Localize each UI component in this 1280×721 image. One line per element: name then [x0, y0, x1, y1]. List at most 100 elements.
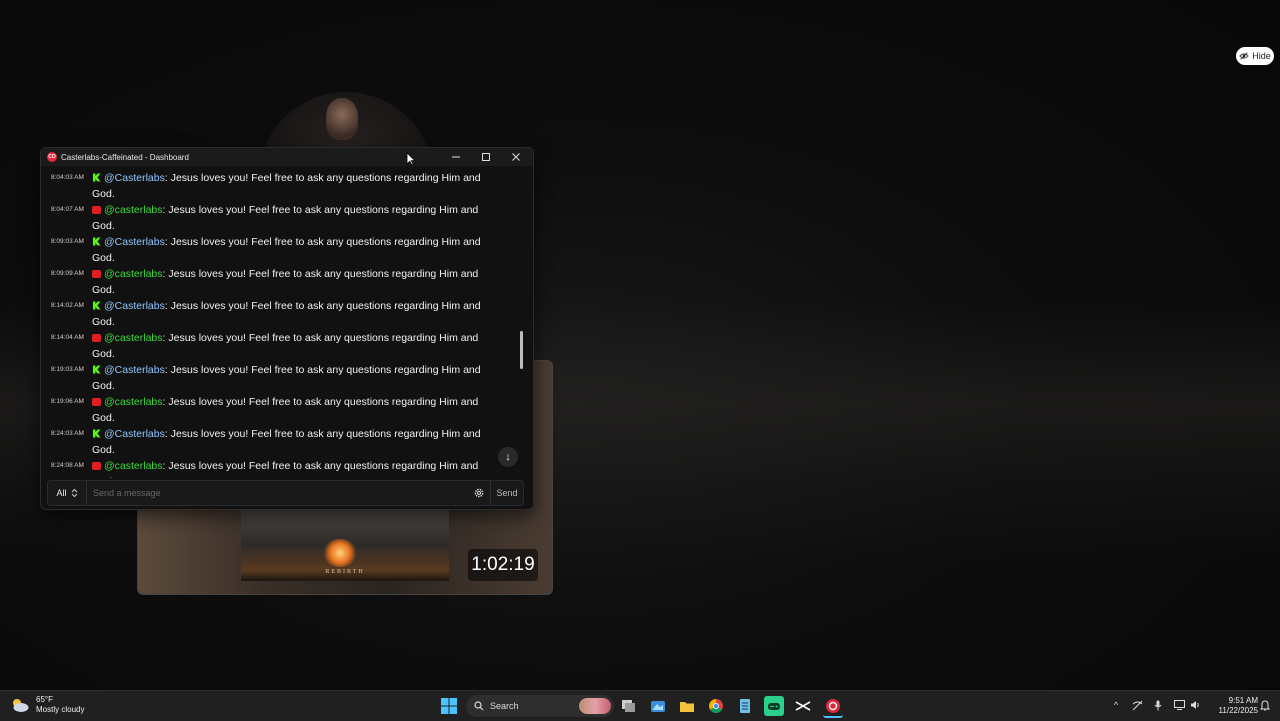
weather-desc: Mostly cloudy [36, 705, 85, 714]
taskbar-game-app[interactable] [764, 696, 784, 716]
minimize-icon [452, 156, 460, 158]
taskbar-file-explorer[interactable] [677, 696, 697, 716]
controller-icon [768, 703, 780, 710]
chat-input-bar: All Send [47, 480, 524, 506]
message-username[interactable]: @Casterlabs [104, 428, 165, 440]
chat-message: 8:14:04 AM @casterlabs: Jesus loves you! … [41, 330, 521, 362]
capcut-icon [795, 701, 811, 711]
mouse-cursor-icon [406, 152, 416, 166]
taskbar-chrome[interactable] [706, 696, 726, 716]
taskbar: 65°F Mostly cloudy Search ^ 9:51 AM 11/2… [0, 690, 1280, 721]
hide-label: Hide [1252, 51, 1271, 61]
youtube-platform-icon [92, 398, 101, 406]
message-timestamp: 8:14:04 AM [51, 334, 84, 341]
message-username[interactable]: @casterlabs [104, 268, 163, 280]
gear-icon [474, 488, 484, 498]
chevron-up-icon[interactable]: ^ [1110, 699, 1122, 711]
taskbar-app-store[interactable] [648, 696, 668, 716]
message-username[interactable]: @casterlabs [104, 460, 163, 472]
maximize-button[interactable] [471, 148, 501, 166]
task-view-icon [622, 700, 635, 712]
title-bar[interactable]: CO Casterlabs-Caffeinated - Dashboard [41, 148, 533, 166]
microphone-icon[interactable] [1152, 699, 1164, 711]
system-clock[interactable]: 9:51 AM 11/22/2025 [1208, 696, 1258, 716]
chat-message-list[interactable]: 8:04:03 AM @Casterlabs: Jesus loves you! … [41, 170, 521, 478]
scroll-to-bottom-button[interactable]: ↓ [498, 447, 518, 467]
message-timestamp: 8:04:03 AM [51, 174, 84, 181]
preview-fire-glow [323, 539, 357, 567]
kick-platform-icon [92, 427, 101, 438]
youtube-platform-icon [92, 462, 101, 470]
message-username[interactable]: @casterlabs [104, 204, 163, 216]
maximize-icon [482, 153, 490, 161]
app-logo-icon: CO [47, 152, 57, 162]
kick-platform-icon [92, 363, 101, 374]
close-icon [512, 153, 520, 161]
store-icon [651, 701, 665, 712]
weather-temp: 65°F [36, 695, 53, 704]
notification-bell-icon[interactable] [1259, 699, 1271, 711]
message-timestamp: 8:19:03 AM [51, 366, 84, 373]
message-username[interactable]: @casterlabs [104, 396, 163, 408]
notepad-icon [740, 699, 750, 713]
clock-time: 9:51 AM [1228, 696, 1258, 705]
chat-message: 8:04:03 AM @Casterlabs: Jesus loves you! … [41, 170, 521, 202]
chat-message: 8:09:03 AM @Casterlabs: Jesus loves you! … [41, 234, 521, 266]
chat-message: 8:09:09 AM @casterlabs: Jesus loves you! … [41, 266, 521, 298]
display-icon[interactable] [1173, 699, 1185, 711]
chat-scrollbar[interactable] [520, 331, 523, 369]
send-button[interactable]: Send [490, 481, 523, 505]
chrome-icon [709, 699, 723, 713]
message-timestamp: 8:14:02 AM [51, 302, 84, 309]
filter-value: All [56, 488, 67, 498]
folder-icon [680, 702, 694, 712]
message-timestamp: 8:24:08 AM [51, 462, 84, 469]
kick-platform-icon [92, 299, 101, 310]
weather-text: 65°F Mostly cloudy [36, 695, 84, 715]
chat-message: 8:04:07 AM @casterlabs: Jesus loves you! … [41, 202, 521, 234]
message-timestamp: 8:04:07 AM [51, 206, 84, 213]
message-username[interactable]: @Casterlabs [104, 172, 165, 184]
taskbar-capcut[interactable] [793, 696, 813, 716]
chat-message: 8:19:03 AM @Casterlabs: Jesus loves you! … [41, 362, 521, 394]
taskbar-casterlabs[interactable] [823, 696, 843, 718]
youtube-platform-icon [92, 270, 101, 278]
chat-message: 8:24:08 AM @casterlabs: Jesus loves you! … [41, 458, 521, 478]
message-username[interactable]: @casterlabs [104, 332, 163, 344]
dashboard-window: CO Casterlabs-Caffeinated - Dashboard 8:… [40, 147, 534, 510]
preview-title: REBIRTH [325, 569, 365, 575]
message-timestamp: 8:09:09 AM [51, 270, 84, 277]
windows-start-icon[interactable] [440, 697, 458, 715]
chat-message: 8:24:03 AM @Casterlabs: Jesus loves you! … [41, 426, 521, 458]
message-input[interactable] [87, 481, 468, 505]
hide-button[interactable]: Hide [1236, 47, 1274, 65]
minimize-button[interactable] [441, 148, 471, 166]
message-timestamp: 8:19:06 AM [51, 398, 84, 405]
cloudy-weather-icon [13, 699, 29, 712]
search-highlight-image [579, 698, 611, 714]
arrow-down-icon: ↓ [505, 451, 511, 463]
taskbar-search[interactable]: Search [466, 695, 614, 717]
clock-date: 11/22/2025 [1218, 706, 1258, 715]
network-off-icon[interactable] [1131, 699, 1143, 711]
chat-message: 8:19:06 AM @casterlabs: Jesus loves you! … [41, 394, 521, 426]
kick-platform-icon [92, 171, 101, 182]
chat-message: 8:14:02 AM @Casterlabs: Jesus loves you! … [41, 298, 521, 330]
platform-filter-select[interactable]: All [48, 481, 87, 505]
volume-icon[interactable] [1189, 699, 1201, 711]
stream-timer: 1:02:19 [468, 549, 538, 581]
weather-widget[interactable]: 65°F Mostly cloudy [10, 695, 84, 715]
chat-settings-button[interactable] [468, 481, 490, 505]
window-title: Casterlabs-Caffeinated - Dashboard [61, 152, 189, 162]
search-icon [474, 701, 484, 711]
message-username[interactable]: @Casterlabs [104, 364, 165, 376]
message-username[interactable]: @Casterlabs [104, 300, 165, 312]
message-username[interactable]: @Casterlabs [104, 236, 165, 248]
search-label: Search [490, 701, 519, 711]
close-button[interactable] [501, 148, 531, 166]
taskbar-notepad[interactable] [735, 696, 755, 716]
streamer-avatar [326, 98, 358, 140]
task-view-button[interactable] [619, 696, 639, 716]
casterlabs-icon [826, 699, 840, 713]
kick-platform-icon [92, 235, 101, 246]
